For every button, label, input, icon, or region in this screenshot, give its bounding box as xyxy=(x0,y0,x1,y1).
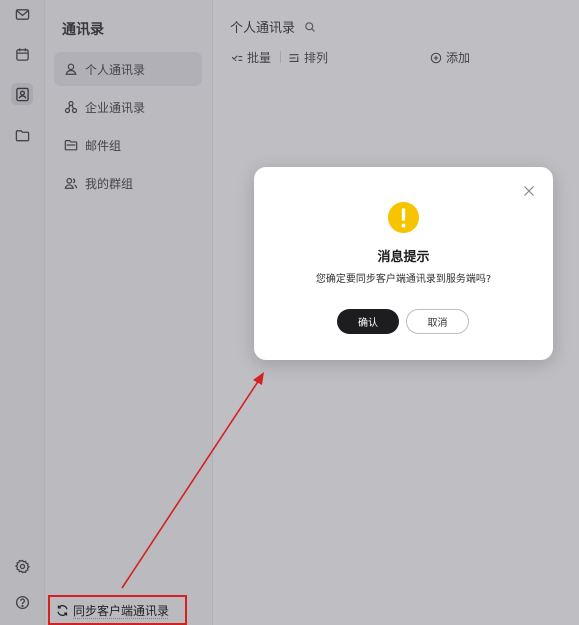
confirm-button[interactable]: 确认 xyxy=(337,309,399,334)
cancel-button[interactable]: 取消 xyxy=(406,309,469,334)
close-icon[interactable] xyxy=(523,185,535,197)
dialog-title: 消息提示 xyxy=(377,250,430,265)
sync-client-contacts-button[interactable]: 同步客户端通讯录 xyxy=(48,595,187,625)
sync-icon xyxy=(56,604,69,617)
confirm-dialog: 消息提示 您确定要同步客户端通讯录到服务端吗? 确认 取消 xyxy=(254,167,553,360)
sync-label: 同步客户端通讯录 xyxy=(73,603,170,618)
dialog-message: 您确定要同步客户端通讯录到服务端吗? xyxy=(315,274,492,285)
warning-icon xyxy=(387,201,420,234)
